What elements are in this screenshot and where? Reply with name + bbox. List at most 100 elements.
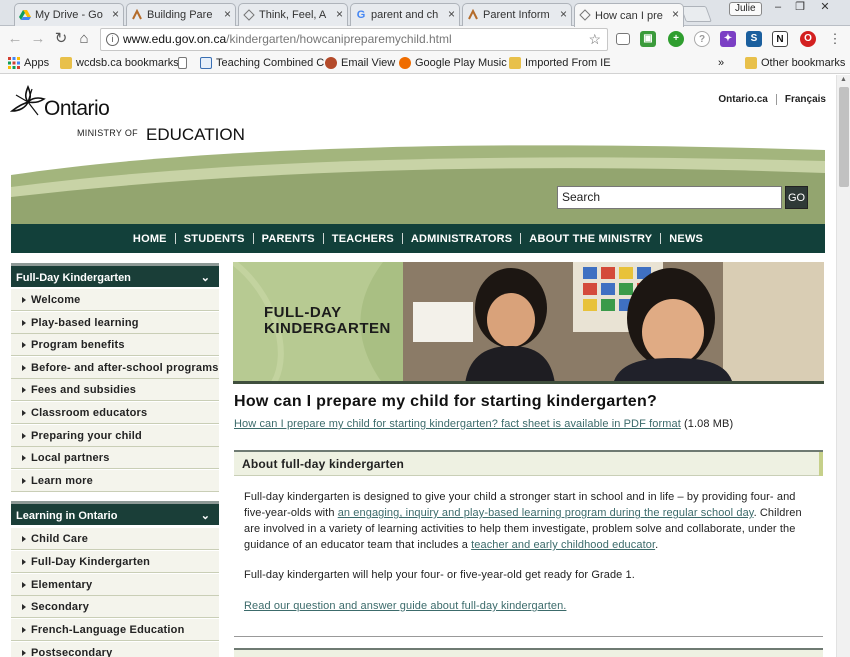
bookmark-email-view[interactable]: Email View: [325, 56, 395, 71]
close-tab-icon[interactable]: ×: [224, 8, 231, 20]
nav-home[interactable]: HOME: [125, 233, 175, 245]
bookmark-teaching-combined[interactable]: Teaching Combined C: [200, 56, 324, 71]
search-go-button[interactable]: GO: [785, 186, 808, 209]
bookmarks-bar: Apps wcdsb.ca bookmarks Teaching Combine…: [0, 53, 850, 74]
play-based-program-link[interactable]: an engaging, inquiry and play-based lear…: [338, 507, 754, 519]
sidebar-item-preparing-your-child[interactable]: Preparing your child: [11, 425, 219, 447]
sidebar-item-learn-more[interactable]: Learn more: [11, 470, 219, 492]
folder-icon: [745, 57, 757, 69]
forward-icon[interactable]: →: [29, 30, 47, 48]
qa-guide-link[interactable]: Read our question and answer guide about…: [244, 600, 566, 612]
other-bookmarks[interactable]: Other bookmarks: [745, 56, 845, 71]
bookmark-page[interactable]: [178, 56, 190, 71]
email-icon: [325, 57, 337, 69]
kindergarten-banner: FULL-DAY KINDERGARTEN: [233, 262, 824, 384]
close-tab-icon[interactable]: ×: [448, 8, 455, 20]
close-tab-icon[interactable]: ×: [336, 8, 343, 20]
url-path: /kindergarten/howcanipreparemychild.html: [226, 32, 452, 46]
pdf-fact-sheet-link[interactable]: How can I prepare my child for starting …: [234, 418, 681, 430]
o-extension-icon[interactable]: O: [800, 31, 816, 47]
back-icon[interactable]: ←: [6, 30, 24, 48]
trillium-logo-icon: [10, 85, 46, 116]
reload-icon[interactable]: ↻: [52, 30, 70, 48]
minimize-icon[interactable]: –: [768, 0, 788, 14]
google-drive-icon: [19, 9, 31, 21]
help-extension-icon[interactable]: ?: [694, 31, 710, 47]
new-tab-button[interactable]: [680, 6, 712, 22]
close-tab-icon[interactable]: ×: [112, 8, 119, 20]
close-tab-icon[interactable]: ×: [672, 8, 679, 20]
sidebar-heading-full-day-kindergarten[interactable]: Full-Day Kindergarten ⌄: [11, 263, 219, 287]
bookmark-wcdsb[interactable]: wcdsb.ca bookmarks: [60, 56, 179, 71]
maximize-icon[interactable]: ❐: [790, 0, 810, 14]
puzzle-extension-icon[interactable]: ✦: [720, 31, 736, 47]
nav-administrators[interactable]: ADMINISTRATORS: [403, 233, 520, 245]
educator-team-link[interactable]: teacher and early childhood educator: [471, 539, 655, 551]
nav-teachers[interactable]: TEACHERS: [324, 233, 402, 245]
qa-paragraph: Read our question and answer guide about…: [244, 600, 566, 612]
sidebar-item-full-day-kindergarten[interactable]: Full-Day Kindergarten: [11, 551, 219, 573]
menu-icon[interactable]: ⋮: [826, 30, 844, 48]
scrollbar-thumb[interactable]: [839, 87, 849, 187]
page-scrollbar[interactable]: ▲: [836, 75, 850, 657]
ontario-ca-link[interactable]: Ontario.ca: [718, 94, 767, 105]
profile-badge[interactable]: Julie: [729, 2, 762, 16]
search-input[interactable]: Search: [557, 186, 782, 209]
folder-icon: [60, 57, 72, 69]
scroll-up-arrow-icon[interactable]: ▲: [840, 76, 847, 83]
bookmark-star-icon[interactable]: ☆: [588, 29, 601, 50]
add-extension-icon[interactable]: +: [668, 31, 684, 47]
sidebar-item-elementary[interactable]: Elementary: [11, 574, 219, 596]
sidebar-item-classroom-educators[interactable]: Classroom educators: [11, 402, 219, 424]
address-bar[interactable]: i www.edu.gov.on.ca/kindergarten/howcani…: [100, 28, 608, 51]
sidebar-item-fees-and-subsidies[interactable]: Fees and subsidies: [11, 379, 219, 401]
sidebar-item-child-care[interactable]: Child Care: [11, 528, 219, 550]
folder-icon: [509, 57, 521, 69]
sidebar-item-program-benefits[interactable]: Program benefits: [11, 334, 219, 356]
cast-icon[interactable]: [616, 33, 630, 45]
main-navigation: HOME STUDENTS PARENTS TEACHERS ADMINISTR…: [11, 224, 825, 253]
bookmark-imported-from-ie[interactable]: Imported From IE: [509, 56, 611, 71]
sidebar-item-french-language-education[interactable]: French-Language Education: [11, 619, 219, 641]
home-icon[interactable]: ⌂: [75, 30, 93, 48]
page-icon: [200, 57, 212, 69]
content-divider: [234, 636, 823, 637]
tab-parent-and-ch[interactable]: G parent and ch ×: [350, 3, 460, 26]
bookmarks-overflow-chevron[interactable]: »: [718, 56, 724, 71]
top-links: Ontario.ca Français: [718, 94, 826, 105]
section-heading: About full-day kindergarten: [242, 457, 405, 471]
nav-news[interactable]: NEWS: [661, 233, 711, 245]
nav-students[interactable]: STUDENTS: [176, 233, 253, 245]
close-tab-icon[interactable]: ×: [560, 8, 567, 20]
section-heading-bar: About full-day kindergarten: [234, 450, 823, 476]
bookmark-google-play-music[interactable]: Google Play Music: [399, 56, 507, 71]
francais-link[interactable]: Français: [785, 94, 826, 105]
page-title: How can I prepare my child for starting …: [234, 393, 658, 410]
classroom-extension-icon[interactable]: ▣: [640, 31, 656, 47]
bookmark-apps[interactable]: Apps: [8, 56, 49, 71]
sidebar-item-play-based-learning[interactable]: Play-based learning: [11, 312, 219, 334]
sidebar-heading-learning-in-ontario[interactable]: Learning in Ontario ⌄: [11, 501, 219, 525]
sidebar-item-before-after-school[interactable]: Before- and after-school programs: [11, 357, 219, 379]
nav-parents[interactable]: PARENTS: [254, 233, 323, 245]
page-icon: [178, 57, 187, 69]
tab-think-feel[interactable]: Think, Feel, A ×: [238, 3, 348, 26]
s-extension-icon[interactable]: S: [746, 31, 762, 47]
next-section-bar: [234, 648, 823, 657]
close-window-icon[interactable]: ✕: [812, 0, 838, 14]
nav-about-the-ministry[interactable]: ABOUT THE MINISTRY: [521, 233, 660, 245]
tab-parent-inform[interactable]: Parent Inform ×: [462, 3, 572, 26]
tab-my-drive[interactable]: My Drive - Go ×: [14, 3, 124, 26]
tab-strip: My Drive - Go × Building Pare × Think, F…: [0, 0, 850, 27]
sidebar-item-postsecondary[interactable]: Postsecondary: [11, 642, 219, 657]
info-icon[interactable]: i: [106, 33, 119, 46]
education-label: EDUCATION: [146, 125, 245, 144]
apps-grid-icon: [8, 57, 20, 69]
n-extension-icon[interactable]: N: [772, 31, 788, 47]
sidebar-item-secondary[interactable]: Secondary: [11, 596, 219, 618]
tab-building-parent[interactable]: Building Pare ×: [126, 3, 236, 26]
sidebar-item-local-partners[interactable]: Local partners: [11, 447, 219, 469]
google-icon: G: [356, 9, 366, 21]
tab-how-can-i-prepare[interactable]: How can I pre ×: [574, 3, 684, 27]
sidebar-item-welcome[interactable]: Welcome: [11, 289, 219, 311]
